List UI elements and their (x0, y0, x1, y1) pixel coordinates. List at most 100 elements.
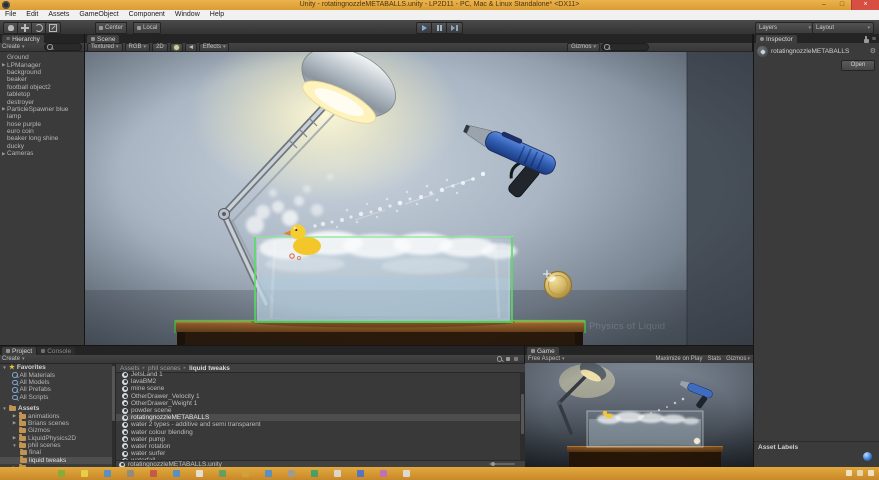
folder-row[interactable]: final (0, 449, 115, 456)
hierarchy-item[interactable]: destroyer (0, 98, 84, 105)
hierarchy-create-button[interactable]: Create▾ (2, 44, 25, 50)
favorites-header-row[interactable]: ▼ ★ Favorites (0, 364, 115, 371)
search-icon[interactable] (497, 356, 503, 362)
tab-console[interactable]: Console (37, 347, 75, 355)
maximize-button[interactable]: □ (833, 0, 851, 10)
space-toggle-button[interactable]: Local (133, 22, 161, 34)
favorite-item[interactable]: All Materials (0, 371, 115, 378)
project-file-row[interactable]: lavaBM2 (116, 378, 525, 385)
lock-icon[interactable] (864, 39, 869, 43)
folder-row-selected[interactable]: liquid tweaks (0, 457, 115, 464)
favorite-item[interactable]: All Scripts (0, 394, 115, 401)
taskbar-icon[interactable] (311, 470, 318, 477)
project-file-row[interactable]: water colour blending (116, 429, 525, 436)
menu-component[interactable]: Component (124, 10, 170, 20)
hierarchy-item[interactable]: lamp (0, 113, 84, 120)
taskbar-icon[interactable] (265, 470, 272, 477)
hierarchy-item[interactable]: football object2 (0, 84, 84, 91)
taskbar-icon[interactable] (150, 470, 157, 477)
project-file-row[interactable]: water 2 types - additive and semi transp… (116, 421, 525, 428)
hierarchy-item[interactable]: beaker long shine (0, 135, 84, 142)
taskbar-icon[interactable] (81, 470, 88, 477)
project-create-button[interactable]: Create▾ (2, 356, 25, 362)
project-file-row[interactable]: OtherDrawer_Velocity 1 (116, 393, 525, 400)
aspect-dropdown[interactable]: Free Aspect▾ (528, 356, 565, 362)
folder-row[interactable]: ▶animations (0, 412, 115, 419)
project-file-row[interactable]: OtherDrawer_Weight 1 (116, 400, 525, 407)
hierarchy-item[interactable]: hose purple (0, 121, 84, 128)
pivot-toggle-button[interactable]: Center (95, 22, 127, 34)
asset-bundle-orb-icon[interactable] (863, 452, 872, 461)
scene-audio-button[interactable] (185, 43, 197, 52)
effects-dropdown[interactable]: Effects▾ (199, 43, 230, 52)
menu-edit[interactable]: Edit (21, 10, 43, 20)
taskbar-icon[interactable] (219, 470, 226, 477)
taskbar-icon[interactable] (104, 470, 111, 477)
scene-gizmos-dropdown[interactable]: Gizmos▾ (567, 43, 600, 52)
hierarchy-item[interactable]: ▶ParticleSpawner blue (0, 106, 84, 113)
project-file-row[interactable]: mine scene (116, 385, 525, 392)
tab-inspector[interactable]: Inspector (756, 35, 797, 43)
open-button[interactable]: Open (841, 60, 875, 71)
scale-tool-button[interactable] (45, 22, 61, 34)
tree-scrollbar[interactable] (112, 364, 115, 468)
render-channel-dropdown[interactable]: RGB▾ (125, 43, 151, 52)
menu-gameobject[interactable]: GameObject (74, 10, 123, 20)
maximize-on-play-toggle[interactable]: Maximize on Play (655, 356, 702, 362)
search-by-type-icon[interactable] (506, 357, 510, 361)
favorite-item[interactable]: All Models (0, 379, 115, 386)
project-file-row[interactable]: water pump (116, 436, 525, 443)
tab-hierarchy[interactable]: ≡ Hierarchy (2, 35, 44, 43)
taskbar-icon[interactable] (357, 470, 364, 477)
breadcrumb-current[interactable]: liquid tweaks (189, 365, 230, 372)
assets-root-row[interactable]: ▼ Assets (0, 405, 115, 412)
stats-toggle[interactable]: Stats (707, 356, 721, 362)
toggle-2d-button[interactable]: 2D (152, 43, 168, 52)
render-mode-dropdown[interactable]: Textured▾ (87, 43, 123, 52)
minimize-button[interactable]: – (815, 0, 833, 10)
tray-icon[interactable] (857, 470, 863, 476)
taskbar-icon[interactable] (288, 470, 295, 477)
thumbnail-size-slider[interactable] (489, 463, 515, 465)
folder-row[interactable]: ▶LiquidPhysics2D (0, 435, 115, 442)
project-file-row[interactable]: water surfer (116, 450, 525, 457)
taskbar-icon[interactable] (173, 470, 180, 477)
project-file-row-selected[interactable]: rotatingnozzleMETABALLS (116, 414, 525, 421)
game-gizmos-dropdown[interactable]: Gizmos▾ (726, 356, 750, 362)
panel-menu-icon[interactable]: ≡ (872, 36, 876, 43)
search-by-label-icon[interactable] (514, 357, 518, 361)
asset-labels-header[interactable]: Asset Labels (754, 441, 879, 453)
menu-file[interactable]: File (0, 10, 21, 20)
scene-search-input[interactable] (601, 43, 649, 51)
layers-dropdown[interactable]: Layers▾ (755, 22, 815, 34)
tray-icon[interactable] (868, 470, 874, 476)
folder-row[interactable]: ▶Brians scenes (0, 420, 115, 427)
layout-dropdown[interactable]: Layout▾ (812, 22, 874, 34)
hierarchy-item[interactable]: ducky (0, 143, 84, 150)
taskbar-icon[interactable] (127, 470, 134, 477)
scene-viewport[interactable]: Physics of Liquid (85, 52, 753, 345)
folder-row[interactable]: Gizmos (0, 427, 115, 434)
tray-icon[interactable] (846, 470, 852, 476)
favorite-item[interactable]: All Prefabs (0, 386, 115, 393)
step-button[interactable] (446, 22, 463, 34)
project-file-row[interactable]: water rotation (116, 443, 525, 450)
taskbar-icon[interactable] (403, 470, 410, 477)
hierarchy-item[interactable]: ▶Cameras (0, 150, 84, 157)
taskbar-icon[interactable] (58, 470, 65, 477)
gear-icon[interactable]: ⚙ (870, 48, 876, 55)
taskbar-icon[interactable] (196, 470, 203, 477)
folder-row[interactable]: ▼phil scenes (0, 442, 115, 449)
hierarchy-item[interactable]: euro coin (0, 128, 84, 135)
hierarchy-search-input[interactable] (44, 43, 82, 51)
taskbar-icon[interactable] (380, 470, 387, 477)
scene-lighting-button[interactable] (170, 43, 183, 52)
tab-game[interactable]: Game (527, 347, 559, 355)
close-button[interactable]: × (851, 0, 879, 10)
hierarchy-item[interactable]: beaker (0, 76, 84, 83)
project-file-row[interactable]: powder scene (116, 407, 525, 414)
project-file-row[interactable]: JetsLand 1 (116, 371, 525, 378)
taskbar-icon[interactable] (334, 470, 341, 477)
taskbar-icon[interactable] (242, 470, 249, 477)
hierarchy-item[interactable]: ▶LPManager (0, 61, 84, 68)
